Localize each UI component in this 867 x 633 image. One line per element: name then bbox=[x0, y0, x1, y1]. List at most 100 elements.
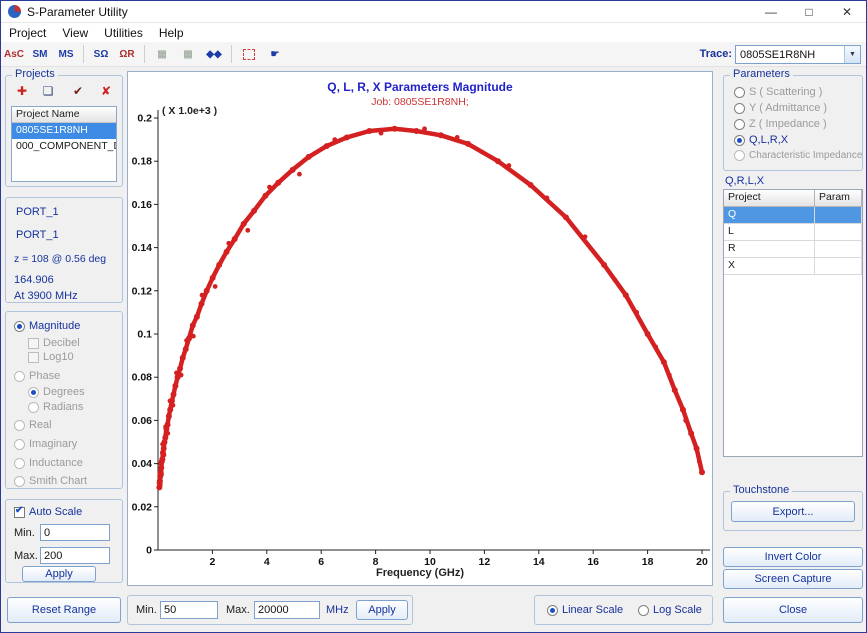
table-view-icon[interactable]: ▦ bbox=[150, 44, 174, 64]
radio-icon bbox=[14, 321, 25, 332]
parameters-group: Parameters S ( Scattering ) Y ( Admittan… bbox=[723, 75, 863, 171]
magnitude-radio[interactable]: Magnitude bbox=[14, 320, 80, 332]
scale-max-label: Max. bbox=[14, 550, 38, 562]
radians-radio[interactable]: Radians bbox=[28, 401, 83, 413]
log-scale-radio[interactable]: Log Scale bbox=[638, 604, 702, 616]
radio-icon bbox=[734, 87, 745, 98]
svg-text:0.12: 0.12 bbox=[132, 285, 153, 297]
radio-icon bbox=[14, 420, 25, 431]
log10-checkbox[interactable]: Log10 bbox=[28, 351, 74, 363]
reset-range-button[interactable]: Reset Range bbox=[7, 597, 121, 623]
freq-min-label: Min. bbox=[136, 604, 157, 616]
s-scattering-radio[interactable]: S ( Scattering ) bbox=[734, 86, 822, 98]
phase-radio[interactable]: Phase bbox=[14, 370, 60, 382]
parameters-group-title: Parameters bbox=[730, 68, 793, 80]
smith-chart-radio[interactable]: Smith Chart bbox=[14, 475, 87, 487]
svg-text:0.08: 0.08 bbox=[132, 372, 153, 384]
z-impedance-radio[interactable]: Z ( Impedance ) bbox=[734, 118, 827, 130]
radio-icon bbox=[734, 119, 745, 130]
export-button[interactable]: Export... bbox=[731, 501, 855, 522]
select-project-button[interactable]: ✔ bbox=[66, 81, 90, 101]
svg-text:0.04: 0.04 bbox=[132, 458, 153, 470]
marker-icon[interactable]: ◆◆ bbox=[202, 44, 226, 64]
new-project-button[interactable]: ✚ bbox=[10, 81, 34, 101]
linear-scale-radio[interactable]: Linear Scale bbox=[547, 604, 623, 616]
chart-canvas[interactable]: 00.020.040.060.080.10.120.140.160.180.22… bbox=[128, 72, 714, 587]
freq-max-input[interactable] bbox=[254, 601, 320, 619]
impedance-s-icon[interactable]: SΩ bbox=[89, 44, 113, 64]
table-row[interactable]: R bbox=[724, 241, 862, 258]
table-row[interactable]: L bbox=[724, 224, 862, 241]
close-window-button[interactable]: ✕ bbox=[828, 1, 866, 23]
inductance-radio[interactable]: Inductance bbox=[14, 457, 83, 469]
pan-hand-icon[interactable]: ☛ bbox=[263, 44, 287, 64]
decibel-checkbox[interactable]: Decibel bbox=[28, 337, 80, 349]
q-value-readout: 164.906 bbox=[14, 274, 54, 286]
scale-apply-button[interactable]: Apply bbox=[22, 566, 96, 582]
ascii-export-icon[interactable]: AsC bbox=[2, 44, 26, 64]
radio-icon bbox=[28, 387, 39, 398]
impedance-r-icon[interactable]: ΩR bbox=[115, 44, 139, 64]
toolbar: AsC SM MS SΩ ΩR ▦ ▦ ◆◆ ☛ Trace: 0805SE1R… bbox=[1, 42, 866, 67]
menu-help[interactable]: Help bbox=[151, 24, 192, 42]
characteristic-impedance-radio[interactable]: Characteristic Impedance bbox=[734, 150, 862, 161]
x-axis-title: Frequency (GHz) bbox=[128, 567, 712, 579]
menu-utilities[interactable]: Utilities bbox=[96, 24, 151, 42]
delete-project-button[interactable]: ✘ bbox=[94, 81, 118, 101]
axis-scale-panel: Linear Scale Log Scale bbox=[534, 595, 713, 625]
menu-project[interactable]: Project bbox=[1, 24, 54, 42]
s-to-mdif-icon[interactable]: SM bbox=[28, 44, 52, 64]
scale-min-input[interactable] bbox=[40, 524, 110, 541]
impedance-readout: z = 108 @ 0.56 deg bbox=[14, 253, 106, 265]
table-row[interactable]: X bbox=[724, 258, 862, 275]
radio-icon bbox=[14, 458, 25, 469]
project-list: Project Name 0805SE1R8NH 000_COMPONENT_D… bbox=[11, 106, 117, 182]
zoom-select-icon[interactable] bbox=[237, 44, 261, 64]
qlrx-section-title: Q,R,L,X bbox=[725, 175, 764, 187]
checkbox-icon bbox=[28, 352, 39, 363]
menu-bar: Project View Utilities Help bbox=[1, 23, 866, 42]
invert-color-button[interactable]: Invert Color bbox=[723, 547, 863, 567]
projects-group: Projects ✚ ❏ ✔ ✘ Project Name 0805SE1R8N… bbox=[5, 75, 123, 187]
trace-combobox[interactable]: 0805SE1R8NH ▼ bbox=[735, 45, 861, 64]
project-list-item[interactable]: 0805SE1R8NH bbox=[12, 123, 116, 139]
trace-value: 0805SE1R8NH bbox=[736, 49, 844, 61]
auto-scale-checkbox[interactable]: Auto Scale bbox=[14, 506, 82, 518]
checkbox-icon bbox=[28, 338, 39, 349]
qlrx-col-param: Param bbox=[815, 190, 862, 207]
svg-text:0.06: 0.06 bbox=[132, 415, 153, 427]
mdif-to-s-icon[interactable]: MS bbox=[54, 44, 78, 64]
freq-max-label: Max. bbox=[226, 604, 250, 616]
trace-label: Trace: bbox=[700, 48, 732, 60]
maximize-button[interactable]: □ bbox=[790, 1, 828, 23]
app-icon bbox=[8, 5, 21, 18]
real-radio[interactable]: Real bbox=[14, 419, 52, 431]
chevron-down-icon[interactable]: ▼ bbox=[844, 46, 860, 63]
projects-group-title: Projects bbox=[12, 68, 58, 80]
copy-project-button[interactable]: ❏ bbox=[36, 81, 60, 101]
freq-apply-button[interactable]: Apply bbox=[356, 600, 408, 620]
freq-min-input[interactable] bbox=[160, 601, 218, 619]
qlrx-radio[interactable]: Q,L,R,X bbox=[734, 134, 788, 146]
svg-text:0: 0 bbox=[146, 545, 152, 557]
screen-capture-button[interactable]: Screen Capture bbox=[723, 569, 863, 589]
menu-view[interactable]: View bbox=[54, 24, 96, 42]
table-export-icon[interactable]: ▦ bbox=[176, 44, 200, 64]
imaginary-radio[interactable]: Imaginary bbox=[14, 438, 77, 450]
degrees-radio[interactable]: Degrees bbox=[28, 386, 85, 398]
radio-icon bbox=[14, 371, 25, 382]
y-admittance-radio[interactable]: Y ( Admittance ) bbox=[734, 102, 827, 114]
port1-label: PORT_1 bbox=[16, 206, 59, 218]
scale-group: Auto Scale Min. Max. Apply bbox=[5, 499, 123, 583]
svg-text:0.18: 0.18 bbox=[132, 156, 153, 168]
project-list-item[interactable]: 000_COMPONENT_D.. bbox=[12, 139, 116, 155]
minimize-button[interactable]: — bbox=[752, 1, 790, 23]
scale-max-input[interactable] bbox=[40, 547, 110, 564]
frequency-range-panel: Min. Max. MHz Apply bbox=[127, 595, 413, 625]
format-group: Magnitude Decibel Log10 Phase Degrees Ra… bbox=[5, 311, 123, 489]
close-button[interactable]: Close bbox=[723, 597, 863, 623]
frequency-readout: At 3900 MHz bbox=[14, 290, 78, 302]
radio-icon bbox=[638, 605, 649, 616]
table-row[interactable]: Q bbox=[724, 207, 862, 224]
window-title: S-Parameter Utility bbox=[27, 5, 128, 19]
